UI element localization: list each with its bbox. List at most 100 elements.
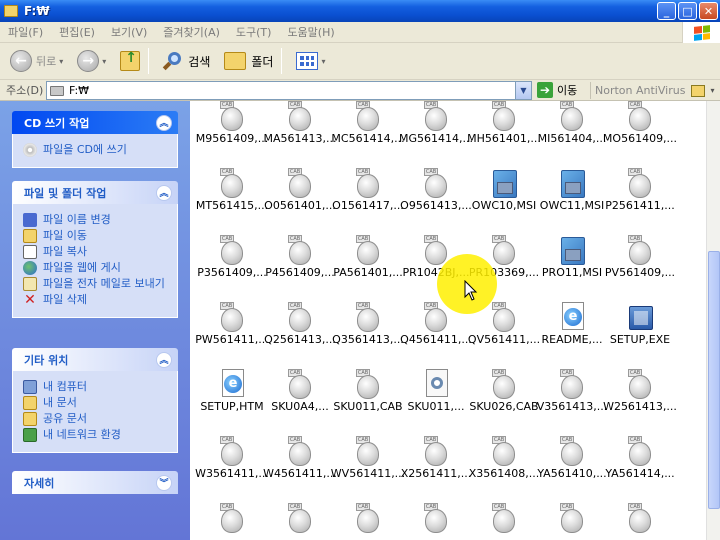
file-view[interactable]: CAB M9561409,... CAB MA561413,... CAB MC56141…	[190, 101, 706, 540]
vertical-scrollbar[interactable]	[706, 101, 720, 540]
close-button[interactable]: ✕	[699, 2, 718, 20]
task-pane: CD 쓰기 작업 ︽ 파일을 CD에 쓰기 파일 및 폴더 작업 ︽ 파일 이름…	[0, 101, 190, 540]
up-folder-button[interactable]	[116, 46, 144, 76]
file-item[interactable]: CAB X3561408,...	[466, 436, 542, 498]
file-item[interactable]: CAB	[262, 503, 338, 540]
minimize-button[interactable]: _	[657, 2, 676, 20]
cab-file-icon: CAB	[287, 235, 313, 265]
task-publish-web[interactable]: 파일을 웹에 게시	[23, 261, 169, 275]
file-item[interactable]: CAB V3561413,...	[534, 369, 610, 431]
views-button[interactable]: ▾	[292, 46, 329, 76]
place-my-documents[interactable]: 내 문서	[23, 396, 169, 410]
collapse-icon[interactable]: ︽	[156, 114, 172, 131]
forward-button[interactable]: → ▾	[73, 46, 110, 76]
details-header[interactable]: 자세히 ︾	[12, 471, 178, 494]
cab-file-icon: CAB	[219, 235, 245, 265]
other-places-header[interactable]: 기타 위치 ︽	[12, 348, 178, 371]
folders-button[interactable]: 폴더	[220, 46, 277, 76]
file-item[interactable]: CAB MT561415,...	[194, 168, 270, 230]
file-item[interactable]: CAB P3561409,...	[194, 235, 270, 297]
file-item[interactable]: OWC10,MSI	[466, 168, 542, 230]
file-item[interactable]: CAB	[194, 503, 270, 540]
file-item[interactable]: CAB MI561404,...	[534, 101, 610, 163]
menu-tools[interactable]: 도구(T)	[228, 24, 280, 40]
scrollbar-thumb[interactable]	[708, 251, 720, 509]
chevron-down-icon[interactable]: ▾	[59, 57, 63, 66]
norton-toolbar[interactable]: Norton AntiVirus ▾	[590, 82, 714, 99]
setup-executable-icon	[627, 302, 653, 334]
file-item[interactable]: CAB PW561411,...	[194, 302, 270, 364]
menu-favorites[interactable]: 즐겨찾기(A)	[155, 24, 228, 40]
installer-package-icon	[559, 235, 585, 267]
file-item[interactable]: CAB MG561414,...	[398, 101, 474, 163]
expand-icon[interactable]: ︾	[156, 474, 172, 491]
cd-tasks-header[interactable]: CD 쓰기 작업 ︽	[12, 111, 178, 134]
file-item[interactable]: CAB P4561409,...	[262, 235, 338, 297]
file-item[interactable]: OWC11,MSI	[534, 168, 610, 230]
file-item[interactable]: e README,...	[534, 302, 610, 364]
task-copy[interactable]: 파일 복사	[23, 245, 169, 259]
chevron-down-icon[interactable]: ▾	[321, 57, 325, 66]
task-rename[interactable]: 파일 이름 변경	[23, 213, 169, 227]
collapse-icon[interactable]: ︽	[156, 184, 172, 201]
file-item[interactable]: CAB WV561411,...	[330, 436, 406, 498]
collapse-icon[interactable]: ︽	[156, 351, 172, 368]
norton-icon[interactable]	[691, 84, 706, 97]
task-move[interactable]: 파일 이동	[23, 229, 169, 243]
maximize-button[interactable]: □	[678, 2, 697, 20]
file-item[interactable]: CAB PA561401,...	[330, 235, 406, 297]
chevron-down-icon[interactable]: ▾	[710, 86, 714, 95]
address-input[interactable]: F:₩ ▼	[46, 81, 532, 100]
file-tasks-header[interactable]: 파일 및 폴더 작업 ︽	[12, 181, 178, 204]
place-network[interactable]: 내 네트워크 환경	[23, 428, 169, 442]
task-write-to-cd[interactable]: 파일을 CD에 쓰기	[23, 143, 169, 157]
file-item[interactable]: CAB MH561401,...	[466, 101, 542, 163]
file-item[interactable]: CAB X2561411,...	[398, 436, 474, 498]
address-dropdown-icon[interactable]: ▼	[515, 82, 531, 99]
file-item[interactable]: SETUP,EXE	[602, 302, 678, 364]
file-item[interactable]: CAB W4561411,...	[262, 436, 338, 498]
file-item[interactable]: PRO11,MSI	[534, 235, 610, 297]
cab-file-icon: CAB	[219, 168, 245, 198]
file-item[interactable]: e SETUP,HTM	[194, 369, 270, 431]
place-shared-documents[interactable]: 공유 문서	[23, 412, 169, 426]
search-button[interactable]: 검색	[159, 46, 214, 76]
file-item[interactable]: CAB O1561417,...	[330, 168, 406, 230]
file-item[interactable]: CAB	[534, 503, 610, 540]
file-item[interactable]: CAB	[330, 503, 406, 540]
file-item[interactable]: CAB	[466, 503, 542, 540]
file-item[interactable]: CAB P2561411,...	[602, 168, 678, 230]
file-item[interactable]: CAB SKU0A4,...	[262, 369, 338, 431]
task-delete[interactable]: ✕ 파일 삭제	[23, 293, 169, 307]
file-tasks-body: 파일 이름 변경 파일 이동 파일 복사 파일을 웹에 게시 파일을 전자 메일…	[12, 204, 178, 318]
menu-help[interactable]: 도움말(H)	[279, 24, 342, 40]
file-item[interactable]: CAB	[398, 503, 474, 540]
menu-file[interactable]: 파일(F)	[0, 24, 51, 40]
chevron-down-icon[interactable]: ▾	[102, 57, 106, 66]
menu-view[interactable]: 보기(V)	[103, 24, 155, 40]
file-item[interactable]: CAB W3561411,...	[194, 436, 270, 498]
file-item[interactable]: CAB O0561401,...	[262, 168, 338, 230]
file-item[interactable]: CAB SKU011,CAB	[330, 369, 406, 431]
title-bar[interactable]: F:₩ _ □ ✕	[0, 0, 720, 22]
file-item[interactable]: CAB	[602, 503, 678, 540]
file-item[interactable]: CAB Q2561413,...	[262, 302, 338, 364]
place-my-computer[interactable]: 내 컴퓨터	[23, 380, 169, 394]
file-name: X3561408,...	[468, 467, 540, 480]
menu-edit[interactable]: 편집(E)	[51, 24, 103, 40]
file-item[interactable]: CAB M9561409,...	[194, 101, 270, 163]
file-item[interactable]: CAB MC561414,...	[330, 101, 406, 163]
back-button[interactable]: ← 뒤로 ▾	[6, 46, 67, 76]
file-item[interactable]: CAB MO561409,...	[602, 101, 678, 163]
go-button[interactable]: ➔ 이동	[537, 82, 577, 98]
file-item[interactable]: SKU011,...	[398, 369, 474, 431]
file-item[interactable]: CAB PV561409,...	[602, 235, 678, 297]
file-item[interactable]: CAB O9561413,...	[398, 168, 474, 230]
file-item[interactable]: CAB MA561413,...	[262, 101, 338, 163]
file-item[interactable]: CAB SKU026,CAB	[466, 369, 542, 431]
file-item[interactable]: CAB Q3561413,...	[330, 302, 406, 364]
file-item[interactable]: CAB YA561414,...	[602, 436, 678, 498]
file-item[interactable]: CAB YA561410,...	[534, 436, 610, 498]
file-item[interactable]: CAB W2561413,...	[602, 369, 678, 431]
task-email[interactable]: 파일을 전자 메일로 보내기	[23, 277, 169, 291]
